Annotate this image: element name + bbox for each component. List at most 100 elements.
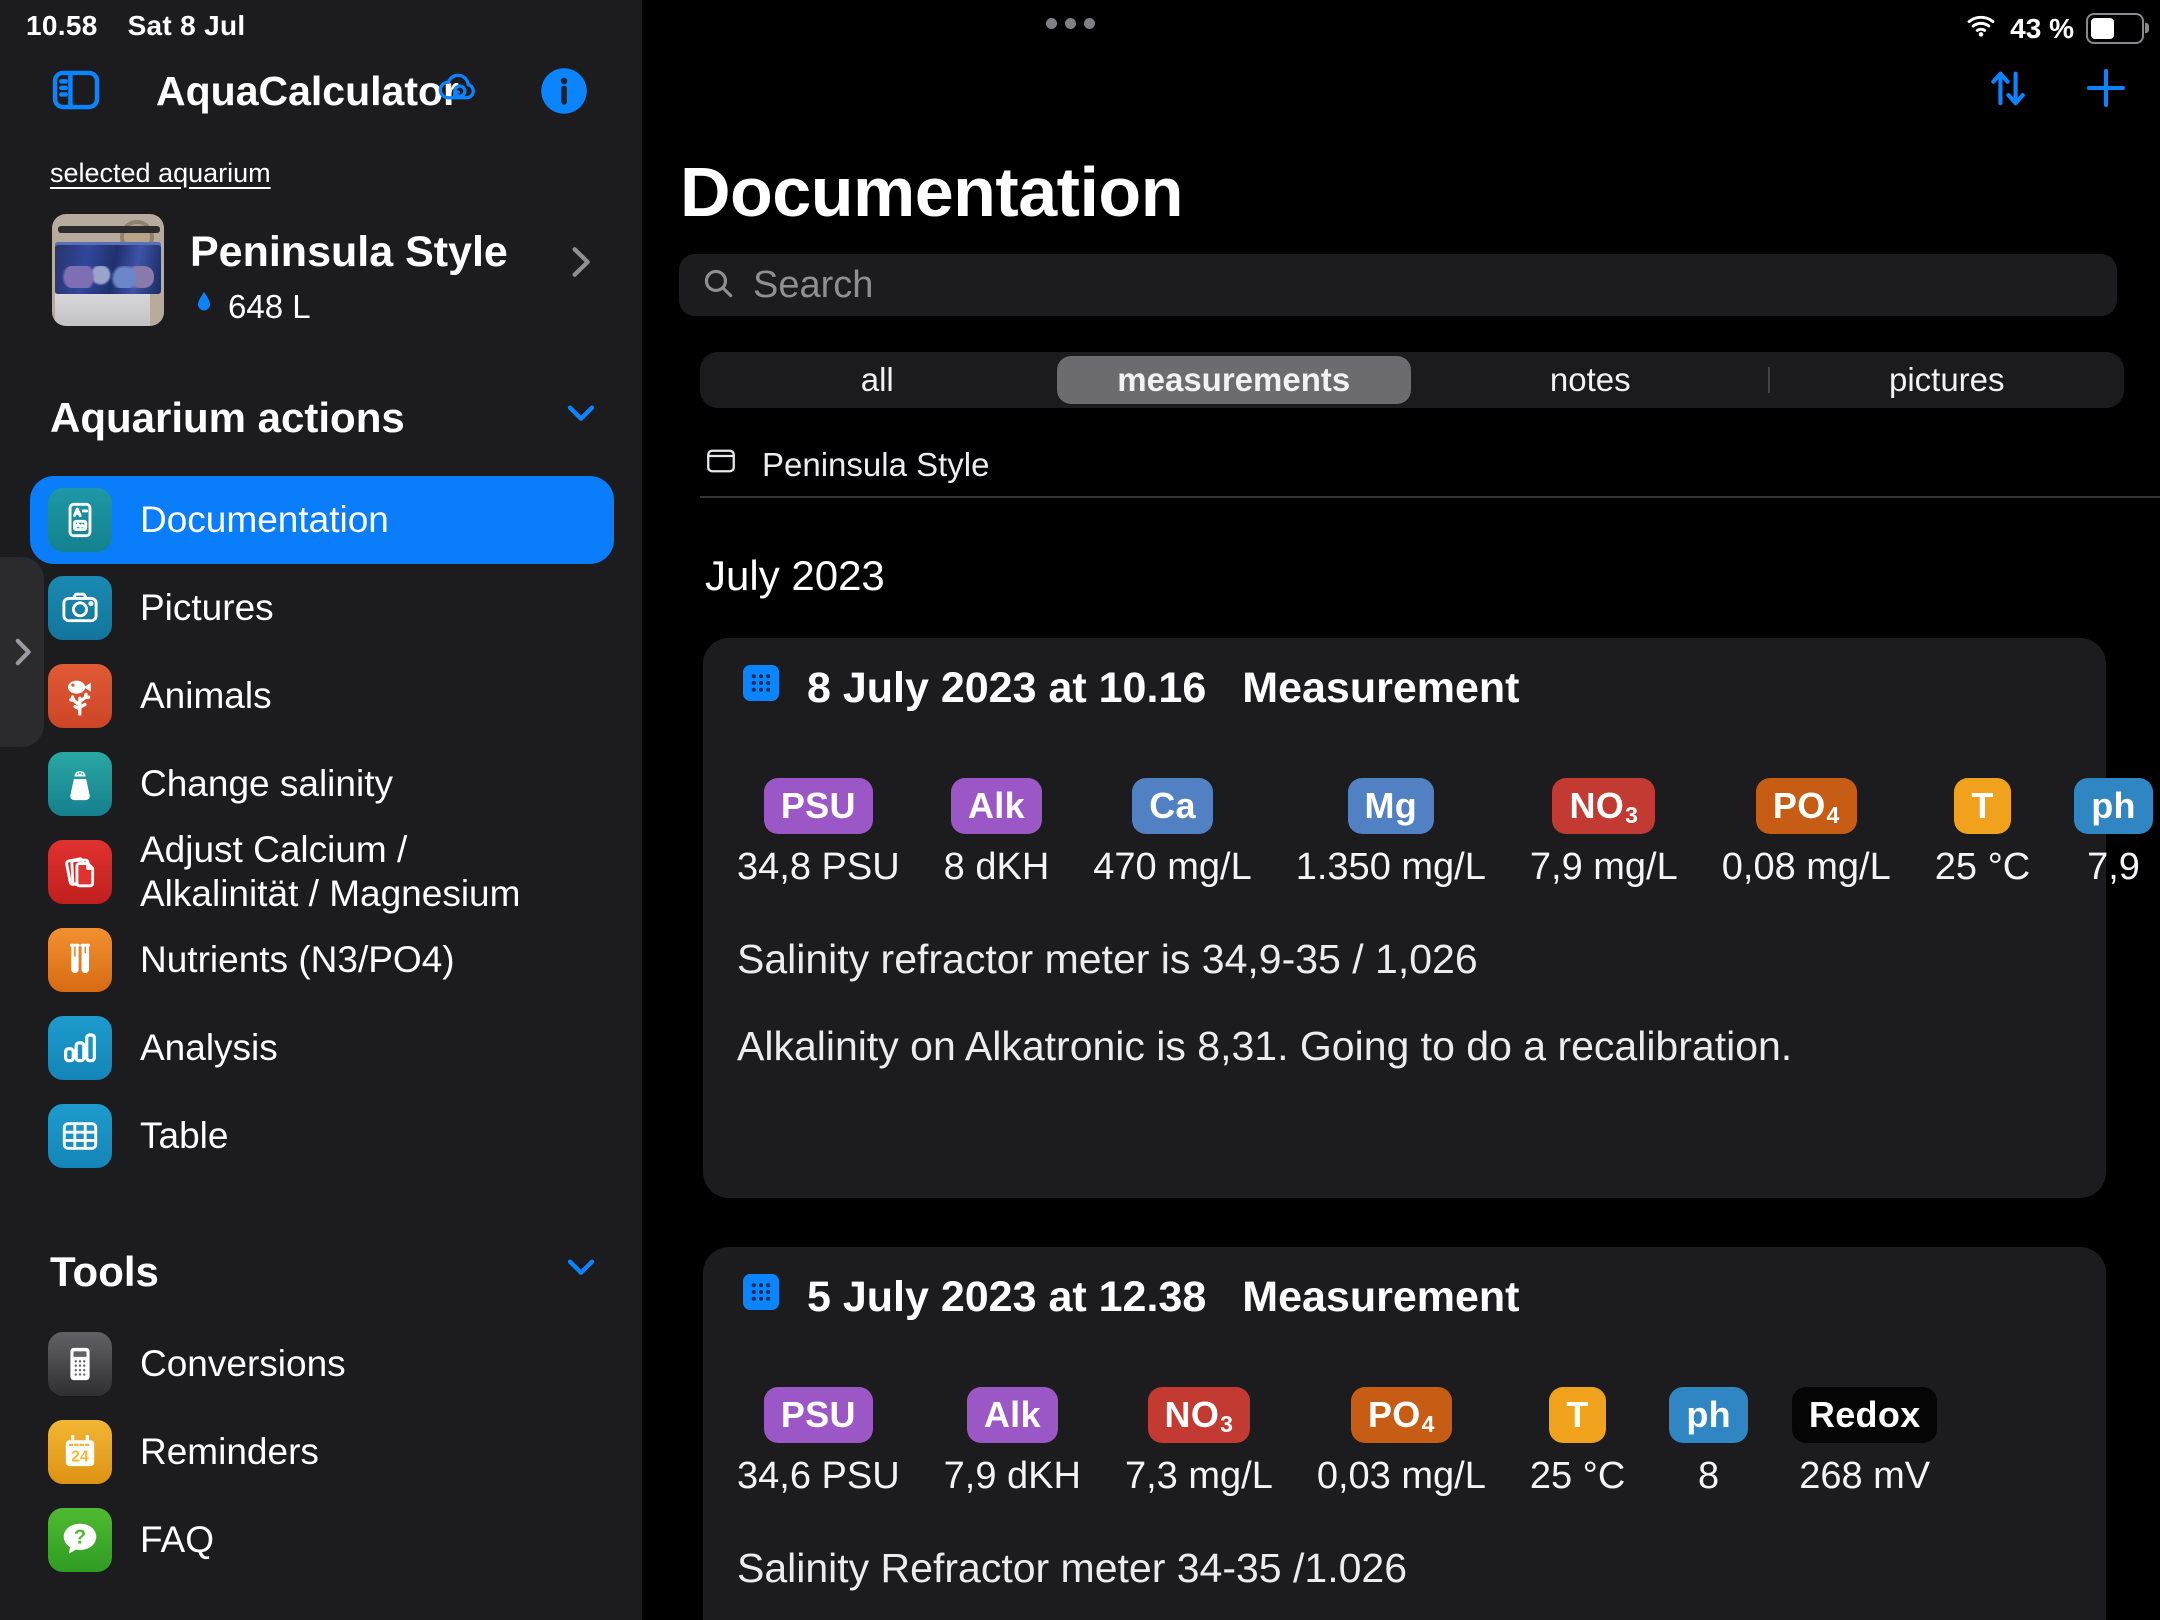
sidebar-item-pictures[interactable]: Pictures xyxy=(30,564,614,652)
chevron-down-icon[interactable] xyxy=(560,1247,602,1297)
sidebar-item-conversions[interactable]: Conversions xyxy=(30,1320,614,1408)
parameter-value: 0,08 mg/L xyxy=(1722,846,1891,889)
measurement-card[interactable]: 8 July 2023 at 10.16MeasurementPSU34,8 P… xyxy=(703,638,2106,1198)
sidebar: AquaCalculator selected aquarium Peninsu… xyxy=(0,0,642,1620)
measurement-psu: PSU34,8 PSU xyxy=(737,778,900,889)
bar-chart-icon xyxy=(48,1016,112,1080)
sidebar-item-label: Table xyxy=(140,1114,228,1158)
aquarium-thumbnail xyxy=(52,214,164,326)
sidebar-item-analysis[interactable]: Analysis xyxy=(30,1004,614,1092)
card-datetime: 8 July 2023 at 10.16 xyxy=(807,664,1206,713)
search-icon xyxy=(699,264,737,307)
sidebar-item-label: Documentation xyxy=(140,498,389,542)
parameter-badge: PO4 xyxy=(1756,778,1857,834)
measurement-psu: PSU34,6 PSU xyxy=(737,1387,900,1498)
salt-shaker-icon xyxy=(48,752,112,816)
breadcrumb: Peninsula Style xyxy=(702,444,989,486)
divider xyxy=(700,496,2160,498)
battery-icon xyxy=(2086,13,2144,44)
svg-text:?: ? xyxy=(74,1527,86,1549)
parameter-badge: T xyxy=(1549,1387,1605,1443)
svg-text:24: 24 xyxy=(71,1448,89,1465)
tab-pictures[interactable]: pictures xyxy=(1770,356,2125,404)
card-type-label: Measurement xyxy=(1242,1273,1519,1322)
cloud-sync-icon[interactable] xyxy=(428,64,486,115)
calendar-24-icon: 24 xyxy=(48,1420,112,1484)
wifi-icon xyxy=(1964,8,1998,49)
faq-icon: ? xyxy=(48,1508,112,1572)
parameter-value: 7,9 dKH xyxy=(944,1455,1081,1498)
parameter-badge: NO3 xyxy=(1552,778,1655,834)
table-icon xyxy=(48,1104,112,1168)
calculator-icon xyxy=(48,1332,112,1396)
parameter-value: 34,6 PSU xyxy=(737,1455,900,1498)
chevron-down-icon[interactable] xyxy=(560,393,602,443)
parameter-value: 25 °C xyxy=(1530,1455,1625,1498)
parameter-badge: Alk xyxy=(967,1387,1058,1443)
note-text: Salinity refractor meter is 34,9-35 / 1,… xyxy=(737,935,2072,983)
parameter-value: 7,9 xyxy=(2087,846,2140,889)
parameter-badge: PSU xyxy=(764,778,873,834)
tab-measurements[interactable]: measurements xyxy=(1057,356,1412,404)
measurement-redox: Redox268 mV xyxy=(1792,1387,1938,1498)
card-datetime: 5 July 2023 at 12.38 xyxy=(807,1273,1206,1322)
parameter-badge: ph xyxy=(1669,1387,1748,1443)
chevron-right-icon xyxy=(560,240,600,289)
measurement-mg: Mg1.350 mg/L xyxy=(1296,778,1486,889)
sort-icon[interactable] xyxy=(1982,62,2034,119)
measurement-po: PO4 0,03 mg/L xyxy=(1317,1387,1486,1498)
multitask-indicator[interactable] xyxy=(1046,18,1095,29)
selected-aquarium-label: selected aquarium xyxy=(50,158,271,189)
tab-all[interactable]: all xyxy=(700,356,1055,404)
measurements-row: PSU34,6 PSU Alk 7,9 dKH NO37,3 mg/L PO4 0,03 … xyxy=(737,1387,2072,1498)
measurement-alk: Alk 7,9 dKH xyxy=(944,1387,1081,1498)
aquarium-card[interactable]: Peninsula Style 648 L xyxy=(0,212,642,326)
parameter-value: 0,03 mg/L xyxy=(1317,1455,1486,1498)
sidebar-item-documentation[interactable]: Documentation xyxy=(30,476,614,564)
sidebar-item-reminders[interactable]: 24 Reminders xyxy=(30,1408,614,1496)
sidebar-toggle-icon[interactable] xyxy=(48,62,104,123)
page-title: Documentation xyxy=(680,152,1183,232)
sidebar-item-label: Conversions xyxy=(140,1342,346,1386)
parameter-value: 8 dKH xyxy=(944,846,1050,889)
measurement-no: NO37,9 mg/L xyxy=(1530,778,1678,889)
parameter-value: 7,3 mg/L xyxy=(1125,1455,1273,1498)
sidebar-item-table[interactable]: Table xyxy=(30,1092,614,1180)
status-bar-right: 43 % xyxy=(1964,8,2144,49)
parameter-badge: PO4 xyxy=(1351,1387,1452,1443)
search-bar[interactable] xyxy=(679,254,2117,316)
sidebar-item-change-salinity[interactable]: Change salinity xyxy=(30,740,614,828)
sidebar-drag-handle[interactable] xyxy=(0,557,44,747)
parameter-value: 268 mV xyxy=(1799,1455,1930,1498)
parameter-badge: Alk xyxy=(951,778,1042,834)
sidebar-item-label: Reminders xyxy=(140,1430,319,1474)
aquarium-volume: 648 L xyxy=(228,288,311,326)
sidebar-item-label: Nutrients (N3/PO4) xyxy=(140,938,455,982)
sidebar-item-adjust-calcium-alkalinit-t-magnesium[interactable]: Adjust Calcium / Alkalinität / Magnesium xyxy=(30,828,614,916)
parameter-value: 8 xyxy=(1698,1455,1719,1498)
info-icon[interactable] xyxy=(538,65,590,122)
measurements-row: PSU34,8 PSUAlk8 dKHCa470 mg/LMg1.350 mg/… xyxy=(737,778,2072,889)
section-title: Aquarium actions xyxy=(50,394,405,442)
measurement-no: NO37,3 mg/L xyxy=(1125,1387,1273,1498)
breadcrumb-label: Peninsula Style xyxy=(762,446,989,484)
sidebar-item-label: Pictures xyxy=(140,586,274,630)
stacked-cards-icon xyxy=(48,840,112,904)
sidebar-item-label: Change salinity xyxy=(140,762,393,806)
tab-notes[interactable]: notes xyxy=(1413,356,1768,404)
parameter-value: 470 mg/L xyxy=(1093,846,1251,889)
search-input[interactable] xyxy=(751,263,2097,308)
section-title: Tools xyxy=(50,1248,159,1296)
measurement-calendar-icon xyxy=(737,1268,785,1327)
section-header: Tools xyxy=(50,1247,602,1297)
sidebar-item-nutrients-n3-po4[interactable]: Nutrients (N3/PO4) xyxy=(30,916,614,1004)
measurement-card[interactable]: 5 July 2023 at 12.38 Measurement PSU34,6 P… xyxy=(703,1247,2106,1620)
parameter-value: 1.350 mg/L xyxy=(1296,846,1486,889)
sidebar-item-faq[interactable]: ?FAQ xyxy=(30,1496,614,1584)
aquarium-tank-icon xyxy=(702,444,740,486)
measurement-alk: Alk 8 dKH xyxy=(944,778,1050,889)
parameter-badge: ph xyxy=(2074,778,2153,834)
status-time: 10.58 xyxy=(26,10,98,42)
add-button[interactable] xyxy=(2080,62,2132,119)
sidebar-item-animals[interactable]: Animals xyxy=(30,652,614,740)
